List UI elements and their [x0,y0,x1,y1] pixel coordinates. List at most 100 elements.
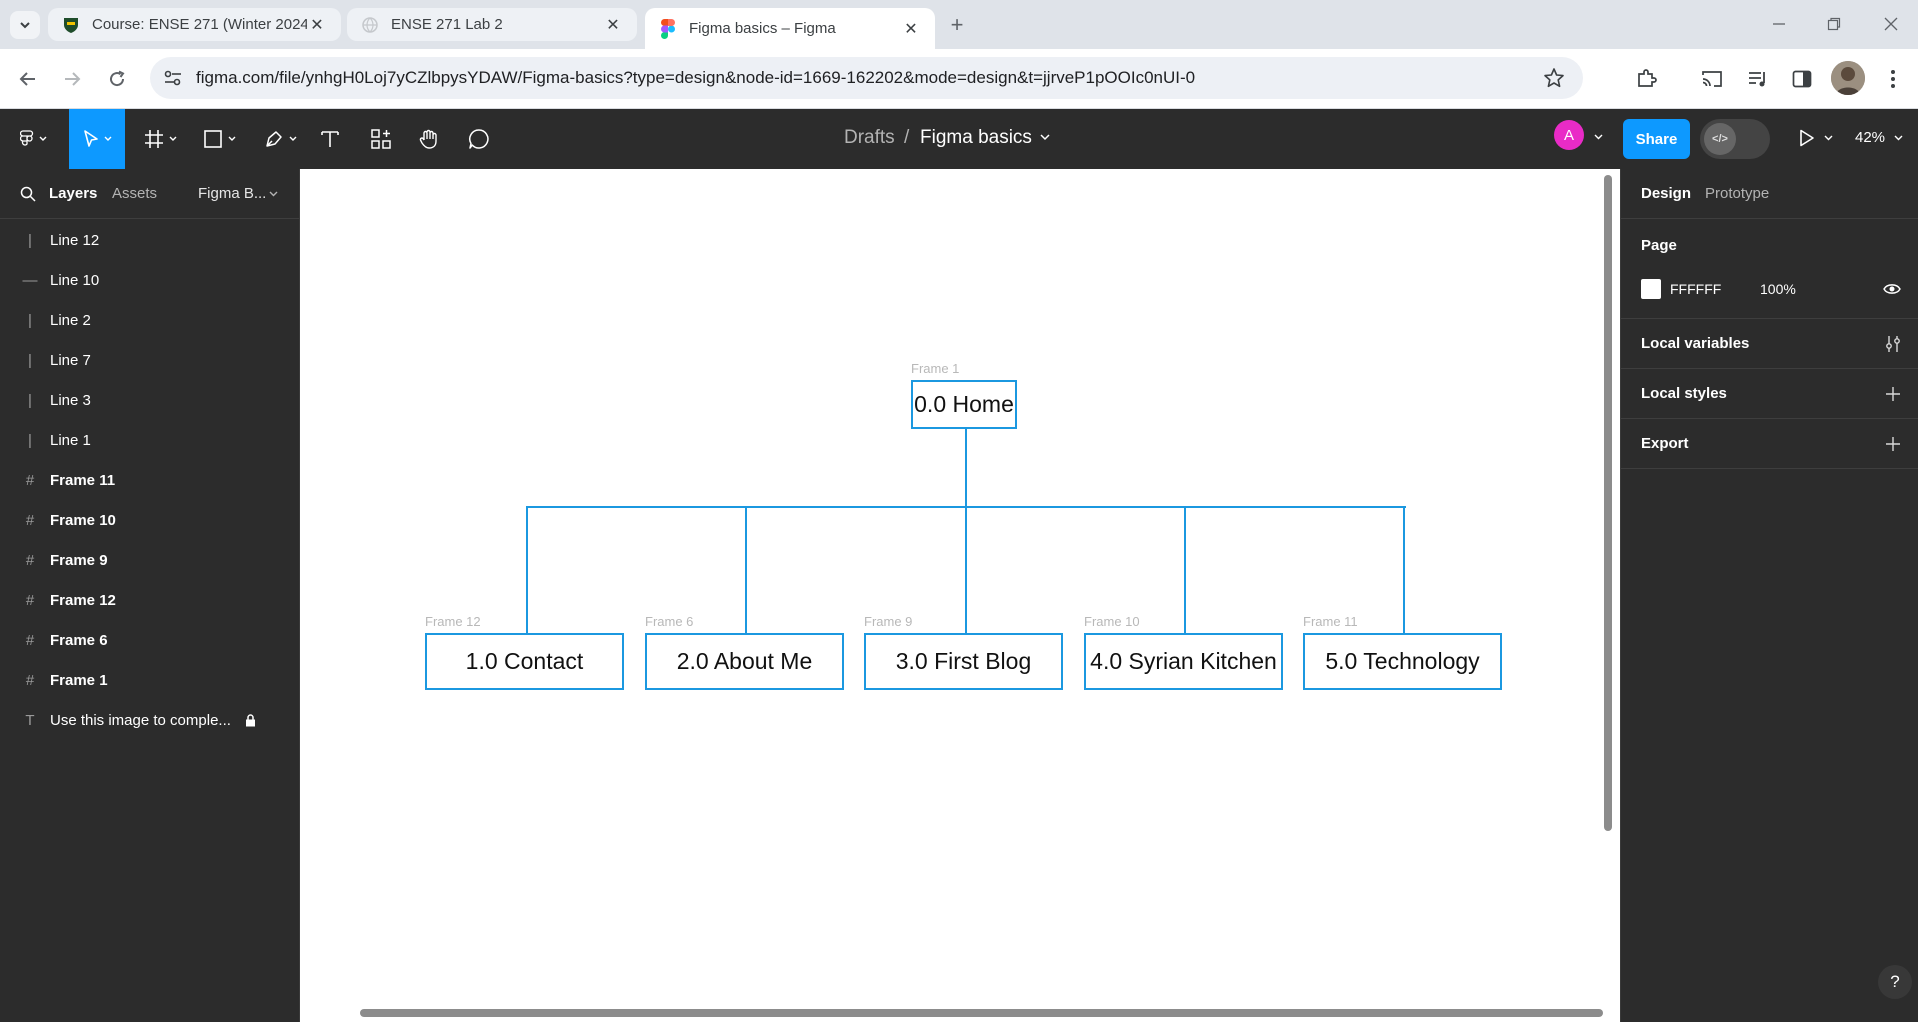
sitemap-node-home[interactable]: 0.0 Home [911,380,1017,429]
connector-line[interactable] [965,429,967,508]
sitemap-node-about-me[interactable]: 2.0 About Me [645,633,844,690]
new-tab-button[interactable]: + [943,11,971,39]
tab-prototype[interactable]: Prototype [1705,185,1769,202]
layer-frame-10[interactable]: # Frame 10 [0,500,300,540]
tab-search-button[interactable] [10,11,40,39]
frame-hash-icon: # [25,511,35,529]
side-panel-icon[interactable] [1787,64,1817,94]
connector-line[interactable] [745,506,747,634]
sitemap-node-technology[interactable]: 5.0 Technology [1303,633,1502,690]
text-tool-button[interactable] [315,109,345,169]
local-variables-label: Local variables [1641,335,1750,352]
pen-tool-button[interactable] [258,109,302,169]
export-section[interactable]: Export [1621,419,1918,469]
tab-design[interactable]: Design [1641,185,1691,202]
address-bar[interactable]: figma.com/file/ynhgH0Loj7yCZlbpysYDAW/Fi… [150,57,1583,99]
layer-frame-6[interactable]: # Frame 6 [0,620,300,660]
page-opacity[interactable]: 100% [1760,281,1796,297]
page-selector[interactable]: Figma B... [198,185,266,202]
close-window-icon[interactable] [1877,10,1905,38]
design-canvas[interactable] [301,169,1619,1022]
browser-tab-course[interactable]: Course: ENSE 271 (Winter 2024) ✕ [48,8,341,41]
connector-line[interactable] [526,506,528,634]
tab-assets[interactable]: Assets [112,185,157,202]
layer-frame-1[interactable]: # Frame 1 [0,660,300,700]
connector-line[interactable] [1184,506,1186,634]
minimize-icon[interactable] [1765,10,1793,38]
layer-line-12[interactable]: | Line 12 [0,220,300,260]
browser-tab-figma[interactable]: Figma basics – Figma ✕ [645,8,935,49]
sitemap-node-first-blog[interactable]: 3.0 First Blog [864,633,1063,690]
page-color-hex[interactable]: FFFFFF [1670,281,1721,297]
vertical-scrollbar[interactable] [1604,175,1612,831]
share-button[interactable]: Share [1623,119,1690,159]
resources-button[interactable] [366,109,396,169]
dev-mode-toggle[interactable]: </> [1700,119,1770,159]
close-tab-icon[interactable]: ✕ [307,15,327,35]
layer-line-1[interactable]: | Line 1 [0,420,300,460]
horizontal-scrollbar[interactable] [360,1009,1603,1017]
search-icon[interactable] [20,186,36,202]
chevron-down-icon[interactable] [1594,134,1603,140]
media-controls-icon[interactable] [1743,64,1773,94]
connector-line[interactable] [1403,506,1405,634]
variables-adjust-icon[interactable] [1883,334,1903,354]
frame-label[interactable]: Frame 12 [425,614,481,629]
shape-tool-button[interactable] [197,109,241,169]
chevron-down-icon[interactable] [269,191,278,197]
user-avatar[interactable]: A [1554,120,1584,150]
profile-avatar[interactable] [1831,61,1865,95]
tab-title: Figma basics – Figma [689,20,836,37]
close-tab-icon[interactable]: ✕ [603,15,623,35]
comment-tool-button[interactable] [464,109,494,169]
chevron-down-icon[interactable] [1894,135,1903,141]
layer-text-instructions[interactable]: T Use this image to comple... [0,700,300,740]
layer-line-10[interactable]: — Line 10 [0,260,300,300]
connector-line[interactable] [965,506,967,634]
plus-icon[interactable] [1883,384,1903,404]
chevron-down-icon[interactable] [1824,135,1833,141]
layer-frame-9[interactable]: # Frame 9 [0,540,300,580]
tab-layers[interactable]: Layers [49,185,97,202]
layer-frame-11[interactable]: # Frame 11 [0,460,300,500]
site-settings-icon[interactable] [160,65,186,91]
frame-tool-button[interactable] [138,109,182,169]
lock-icon[interactable] [245,713,256,727]
restore-icon[interactable] [1820,10,1848,38]
browser-tab-lab[interactable]: ENSE 271 Lab 2 ✕ [347,8,637,41]
eye-visibility-icon[interactable] [1883,282,1901,296]
chevron-down-icon[interactable] [1040,134,1050,141]
breadcrumb-drafts[interactable]: Drafts [844,127,895,149]
close-tab-icon[interactable]: ✕ [901,19,921,39]
present-play-icon[interactable] [1799,129,1815,147]
bookmark-star-icon[interactable] [1543,67,1565,89]
sitemap-node-contact[interactable]: 1.0 Contact [425,633,624,690]
reload-button[interactable] [101,63,133,95]
layer-line-3[interactable]: | Line 3 [0,380,300,420]
extensions-icon[interactable] [1631,64,1661,94]
layer-frame-12[interactable]: # Frame 12 [0,580,300,620]
cast-icon[interactable] [1697,64,1727,94]
chevron-down-icon [228,136,235,141]
frame-label[interactable]: Frame 6 [645,614,693,629]
back-button[interactable] [12,63,44,95]
page-color-swatch[interactable] [1641,279,1661,299]
more-menu-icon[interactable] [1878,64,1908,94]
forward-button[interactable] [56,63,88,95]
help-button[interactable]: ? [1878,965,1912,999]
plus-icon[interactable] [1883,434,1903,454]
layer-line-2[interactable]: | Line 2 [0,300,300,340]
frame-label[interactable]: Frame 9 [864,614,912,629]
zoom-level[interactable]: 42% [1855,129,1885,146]
frame-label[interactable]: Frame 1 [911,361,959,376]
main-menu-button[interactable] [12,109,54,169]
frame-label[interactable]: Frame 10 [1084,614,1140,629]
sitemap-node-syrian-kitchen[interactable]: 4.0 Syrian Kitchen [1084,633,1283,690]
move-tool-button[interactable] [69,109,125,169]
frame-label[interactable]: Frame 11 [1303,614,1358,629]
file-name[interactable]: Figma basics [920,127,1032,149]
local-variables-section[interactable]: Local variables [1621,319,1918,369]
hand-tool-button[interactable] [414,109,444,169]
layer-line-7[interactable]: | Line 7 [0,340,300,380]
local-styles-section[interactable]: Local styles [1621,369,1918,419]
